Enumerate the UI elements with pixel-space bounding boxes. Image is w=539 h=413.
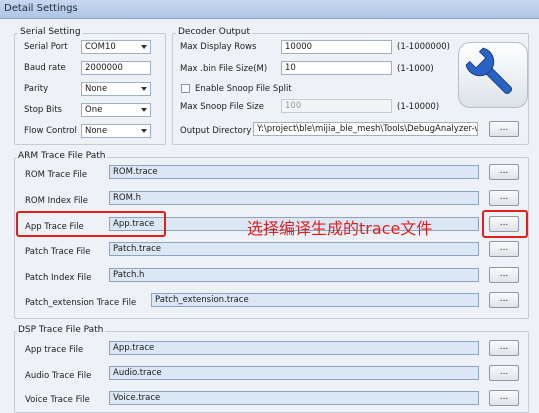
wrench-icon-graphic: [465, 47, 513, 95]
wrench-icon[interactable]: [458, 42, 528, 108]
parity-label: Parity: [24, 84, 49, 94]
voice-trace-label: Voice Trace File: [25, 395, 90, 405]
patch-trace-input[interactable]: Patch.trace: [109, 242, 479, 256]
enable-snoop-checkbox[interactable]: [181, 84, 190, 93]
rom-index-browse-button[interactable]: ...: [489, 190, 519, 206]
flow-control-value: None: [85, 126, 108, 136]
audio-trace-browse-button[interactable]: ...: [489, 365, 519, 381]
chevron-down-icon: [141, 45, 147, 49]
serial-port-select[interactable]: COM10: [81, 40, 151, 54]
enable-snoop-label: Enable Snoop File Split: [195, 84, 292, 94]
serial-port-value: COM10: [85, 42, 116, 52]
baud-rate-label: Baud rate: [24, 63, 66, 73]
title-bar: Detail Settings: [0, 0, 539, 19]
rom-index-input[interactable]: ROM.h: [109, 191, 479, 205]
arm-trace-title: ARM Trace File Path: [16, 151, 108, 161]
patch-trace-label: Patch Trace File: [25, 247, 91, 257]
app-trace-browse-highlight: [482, 210, 528, 238]
max-snoop-file-size-range: (1-10000): [397, 102, 440, 112]
dsp-app-trace-label: App trace File: [25, 345, 84, 355]
stop-bits-label: Stop Bits: [24, 105, 62, 115]
max-bin-file-size-input[interactable]: 10: [281, 61, 392, 75]
patch-index-input[interactable]: Patch.h: [109, 268, 479, 282]
max-snoop-file-size-label: Max Snoop File Size: [180, 102, 264, 112]
max-display-rows-input[interactable]: 10000: [281, 40, 392, 54]
app-trace-highlight: [16, 211, 166, 237]
max-bin-file-size-range: (1-1000): [397, 64, 434, 74]
max-display-rows-range: (1-1000000): [397, 42, 450, 52]
serial-setting-title: Serial Setting: [18, 27, 83, 37]
rom-index-label: ROM Index File: [25, 196, 88, 206]
parity-value: None: [85, 84, 108, 94]
voice-trace-input[interactable]: Voice.trace: [109, 391, 479, 405]
patch-index-label: Patch Index File: [25, 273, 92, 283]
baud-rate-input[interactable]: 2000000: [81, 61, 151, 75]
output-directory-label: Output Directory: [180, 126, 252, 136]
patch-extension-trace-browse-button[interactable]: ...: [489, 292, 519, 308]
chevron-down-icon: [141, 108, 147, 112]
audio-trace-input[interactable]: Audio.trace: [109, 366, 479, 380]
dsp-trace-title: DSP Trace File Path: [16, 325, 106, 335]
stop-bits-value: One: [85, 105, 103, 115]
audio-trace-label: Audio Trace File: [25, 371, 92, 381]
voice-trace-browse-button[interactable]: ...: [489, 390, 519, 406]
output-directory-browse-button[interactable]: ...: [489, 121, 519, 137]
patch-trace-browse-button[interactable]: ...: [489, 241, 519, 257]
flow-control-label: Flow Control: [24, 126, 77, 136]
output-directory-input[interactable]: Y:\project\ble\mijia_ble_mesh\Tools\Debu…: [253, 122, 478, 136]
dsp-app-trace-browse-button[interactable]: ...: [489, 340, 519, 356]
window-title: Detail Settings: [4, 3, 78, 14]
max-bin-file-size-label: Max .bin File Size(M): [180, 64, 268, 74]
parity-select[interactable]: None: [81, 82, 151, 96]
dsp-app-trace-input[interactable]: App.trace: [109, 341, 479, 355]
max-snoop-file-size-input[interactable]: 100: [281, 99, 392, 113]
rom-trace-label: ROM Trace File: [25, 170, 88, 180]
stop-bits-select[interactable]: One: [81, 103, 151, 117]
serial-port-label: Serial Port: [24, 42, 68, 52]
chevron-down-icon: [141, 129, 147, 133]
patch-extension-trace-label: Patch_extension Trace File: [25, 298, 137, 308]
patch-extension-trace-input[interactable]: Patch_extension.trace: [151, 293, 479, 307]
rom-trace-browse-button[interactable]: ...: [489, 164, 519, 180]
decoder-output-title: Decoder Output: [176, 27, 252, 37]
annotation-text: 选择编译生成的trace文件: [247, 219, 433, 238]
flow-control-select[interactable]: None: [81, 124, 151, 138]
rom-trace-input[interactable]: ROM.trace: [109, 165, 479, 179]
chevron-down-icon: [141, 87, 147, 91]
max-display-rows-label: Max Display Rows: [180, 42, 257, 52]
patch-index-browse-button[interactable]: ...: [489, 267, 519, 283]
